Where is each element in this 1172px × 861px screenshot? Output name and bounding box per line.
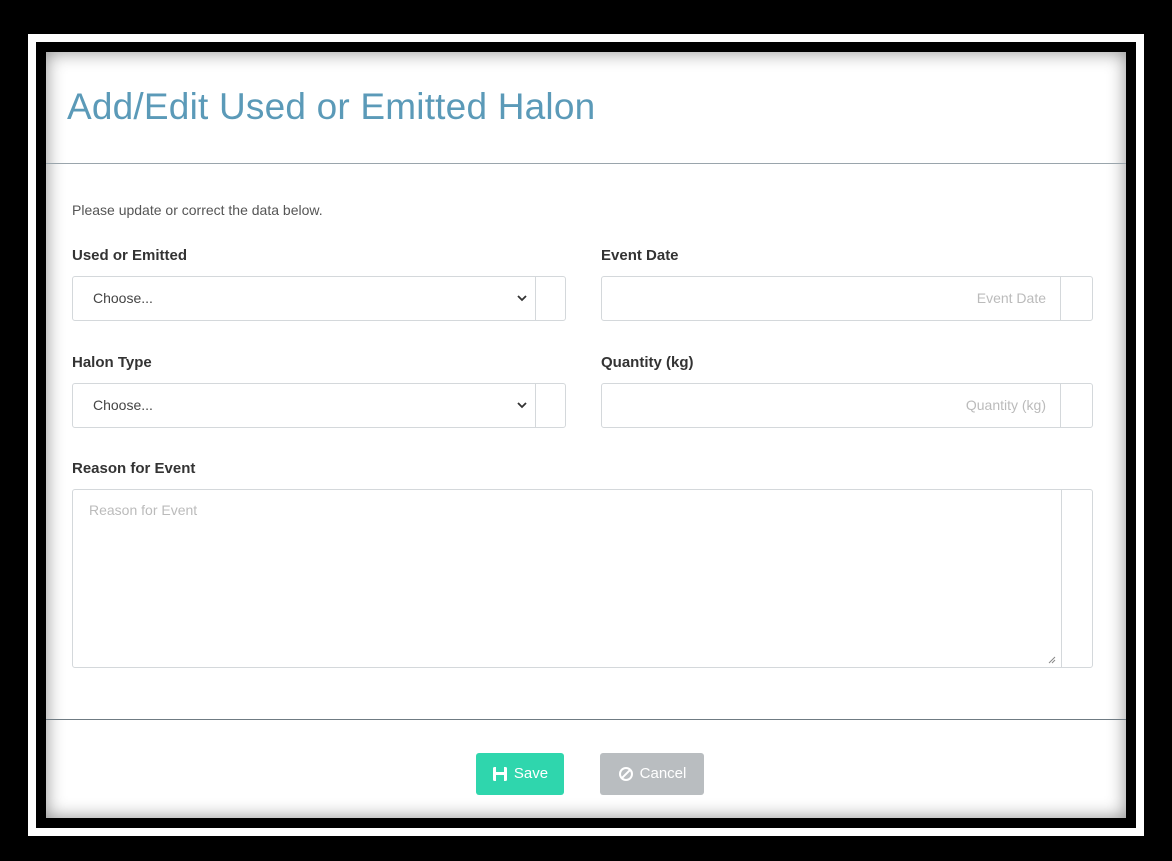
event-date-label: Event Date <box>601 247 679 264</box>
intro-text: Please update or correct the data below. <box>72 202 323 218</box>
halon-type-value[interactable]: Choose... <box>73 384 536 427</box>
quantity-input[interactable]: Quantity (kg) <box>601 383 1093 428</box>
chevron-down-icon <box>517 402 527 409</box>
resize-grip-icon[interactable] <box>1047 655 1056 664</box>
used-or-emitted-value[interactable]: Choose... <box>73 277 536 320</box>
cancel-button-label: Cancel <box>639 765 687 782</box>
modal-footer: Save Cancel <box>46 719 1126 818</box>
reason-label: Reason for Event <box>72 460 196 477</box>
reason-field[interactable]: Reason for Event <box>73 490 1062 667</box>
cancel-button[interactable]: Cancel <box>600 753 704 795</box>
used-or-emitted-select[interactable]: Choose... <box>72 276 566 321</box>
used-or-emitted-label: Used or Emitted <box>72 247 188 264</box>
quantity-label: Quantity (kg) <box>601 354 694 371</box>
ban-icon <box>618 767 633 781</box>
modal-header: Add/Edit Used or Emitted Halon <box>46 52 1126 164</box>
halon-type-select[interactable]: Choose... <box>72 383 566 428</box>
quantity-field[interactable]: Quantity (kg) <box>602 384 1061 427</box>
chevron-down-icon <box>517 295 527 302</box>
floppy-disk-icon <box>492 767 507 781</box>
save-button-label: Save <box>513 765 549 782</box>
save-button[interactable]: Save <box>476 753 564 795</box>
event-date-field[interactable]: Event Date <box>602 277 1061 320</box>
halon-type-label: Halon Type <box>72 354 152 371</box>
modal-title: Add/Edit Used or Emitted Halon <box>67 86 596 127</box>
reason-textarea[interactable]: Reason for Event <box>72 489 1093 668</box>
edit-halon-modal: Add/Edit Used or Emitted Halon Please up… <box>46 52 1126 818</box>
event-date-input[interactable]: Event Date <box>601 276 1093 321</box>
